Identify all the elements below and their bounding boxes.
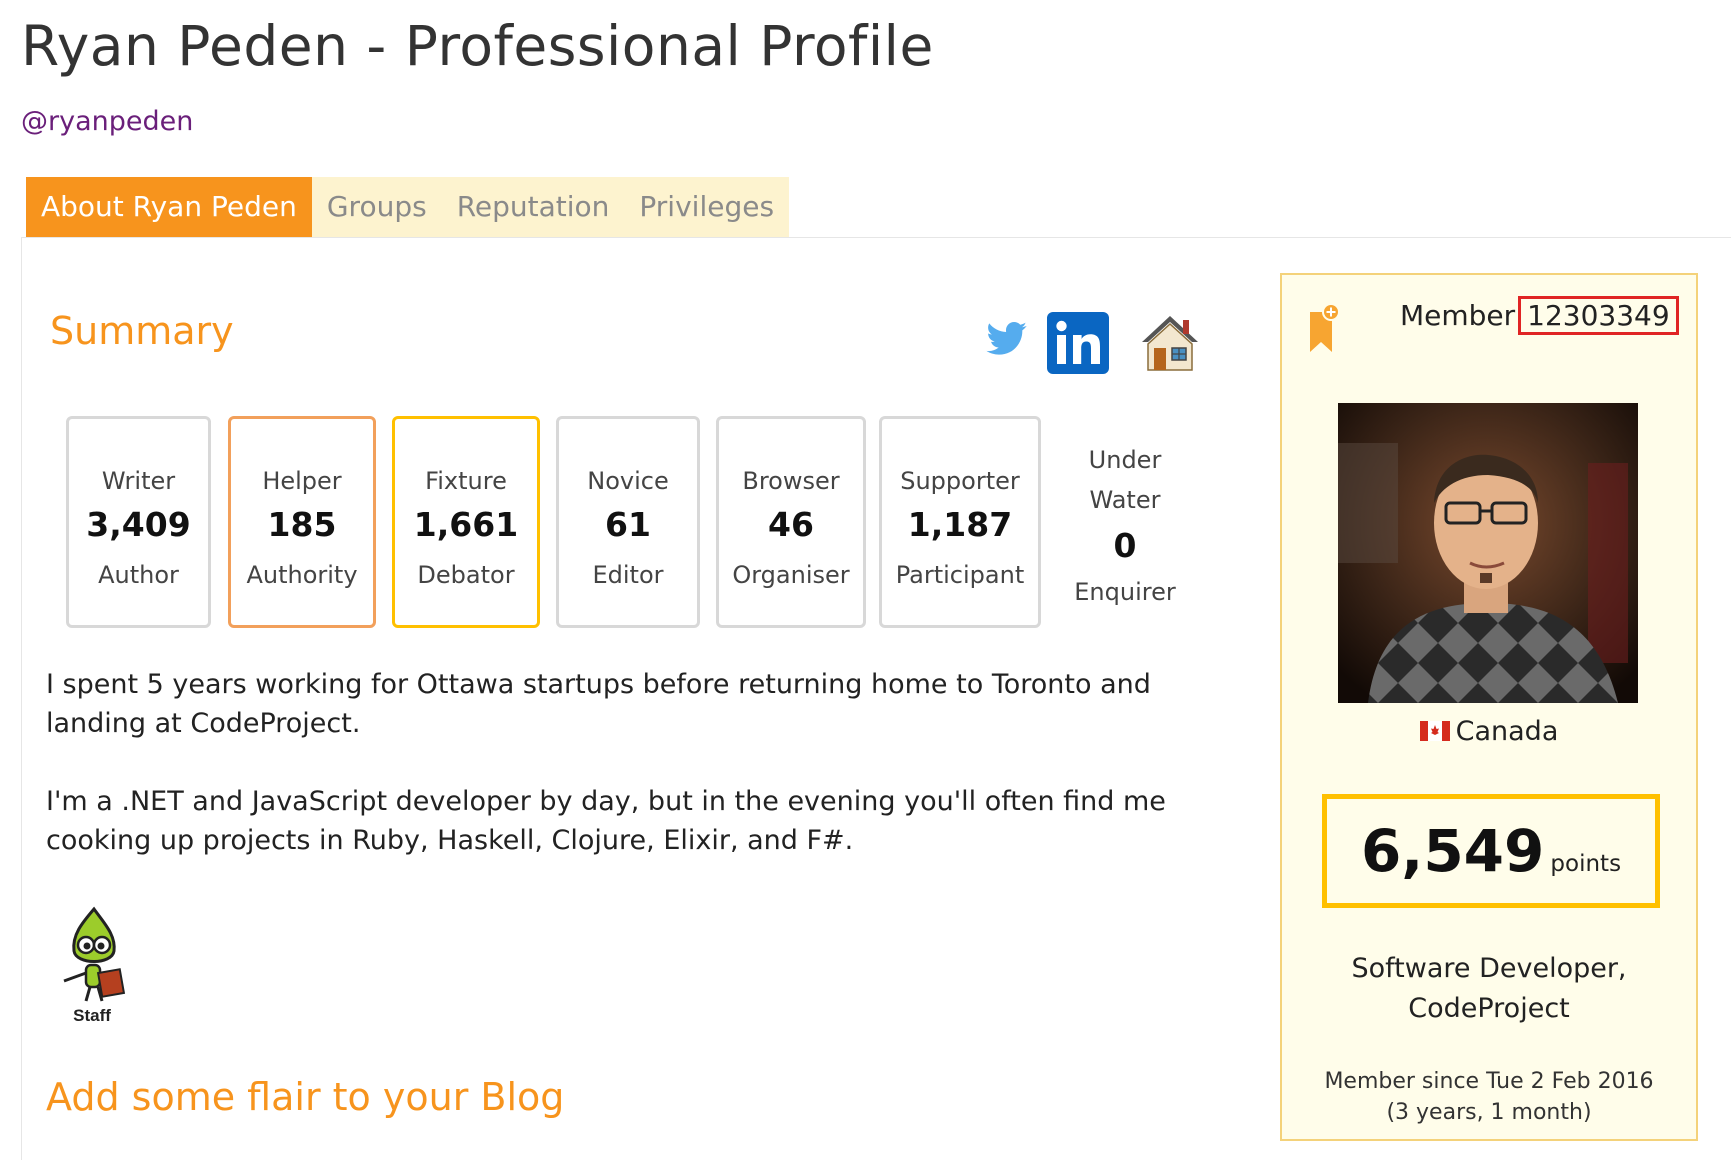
member-since: Member since Tue 2 Feb 2016 (3 years, 1 … [1282, 1066, 1696, 1128]
tab-reputation[interactable]: Reputation [441, 177, 625, 237]
tab-groups[interactable]: Groups [311, 177, 442, 237]
badge-fixture[interactable]: Fixture 1,661 Debator [392, 416, 540, 628]
badge-count: 61 [605, 505, 651, 544]
profile-handle-link[interactable]: @ryanpeden [21, 106, 193, 137]
country-name: Canada [1455, 716, 1559, 747]
badge-count: 1,661 [413, 505, 519, 544]
member-duration: (3 years, 1 month) [1386, 1100, 1592, 1125]
profile-tabs: About Ryan Peden Groups Reputation Privi… [26, 177, 790, 237]
points-value: 6,549 [1360, 817, 1545, 885]
badge-count: 46 [768, 505, 814, 544]
job-company: CodeProject [1408, 993, 1570, 1024]
profile-bio: I spent 5 years working for Ottawa start… [46, 665, 1226, 899]
points-unit: points [1550, 851, 1622, 877]
badge-underwater[interactable]: Under Water 0 Enquirer [1060, 440, 1190, 612]
page-title: Ryan Peden - Professional Profile [21, 14, 934, 78]
avatar [1338, 403, 1638, 703]
flair-heading: Add some flair to your Blog [46, 1075, 565, 1119]
badge-title: Supporter [900, 467, 1020, 495]
badge-novice[interactable]: Novice 61 Editor [556, 416, 700, 628]
bookmark-add-icon[interactable] [1308, 302, 1342, 358]
canada-flag-icon [1419, 717, 1450, 748]
member-sidebar: Member 12303349 Canada 6,549 points Soft… [1280, 273, 1698, 1141]
tab-privileges[interactable]: Privileges [624, 177, 790, 237]
badge-subtitle: Author [98, 561, 179, 589]
linkedin-icon[interactable] [1047, 312, 1109, 378]
badge-helper[interactable]: Helper 185 Authority [228, 416, 376, 628]
badge-count: 3,409 [86, 505, 191, 544]
points-box: 6,549 points [1322, 794, 1660, 908]
member-id: 12303349 [1518, 296, 1679, 335]
badge-title: Browser [742, 467, 840, 495]
badge-count: 0 [1113, 526, 1137, 565]
badge-subtitle: Authority [246, 561, 358, 589]
badge-title: Fixture [425, 467, 507, 495]
badge-title-line1: Under [1088, 446, 1162, 474]
badge-subtitle: Debator [417, 561, 515, 589]
staff-label: Staff [73, 1006, 111, 1025]
twitter-icon[interactable] [986, 322, 1028, 360]
bio-paragraph: I spent 5 years working for Ottawa start… [46, 669, 1151, 739]
member-label: Member [1400, 299, 1516, 332]
badge-title: Novice [587, 467, 669, 495]
badge-title: Writer [101, 467, 176, 495]
member-country: Canada [1282, 716, 1696, 748]
staff-mascot-logo: Staff [52, 905, 132, 1025]
badge-title-line2: Water [1089, 486, 1161, 514]
badge-count: 1,187 [907, 505, 1013, 544]
badge-subtitle: Participant [895, 561, 1025, 589]
home-icon[interactable] [1140, 312, 1200, 378]
bio-paragraph: I'm a .NET and JavaScript developer by d… [46, 786, 1166, 856]
badge-count: 185 [267, 505, 337, 544]
badge-subtitle: Enquirer [1074, 578, 1176, 606]
badge-subtitle: Editor [592, 561, 664, 589]
tab-about[interactable]: About Ryan Peden [26, 177, 312, 237]
badge-title: Helper [262, 467, 342, 495]
badge-browser[interactable]: Browser 46 Organiser [716, 416, 866, 628]
summary-heading: Summary [50, 309, 234, 353]
member-since-date: Member since Tue 2 Feb 2016 [1324, 1069, 1654, 1094]
badge-subtitle: Organiser [732, 561, 850, 589]
badge-supporter[interactable]: Supporter 1,187 Participant [879, 416, 1041, 628]
member-id-line: Member 12303349 [1400, 296, 1679, 335]
badge-writer[interactable]: Writer 3,409 Author [66, 416, 211, 628]
job-title: Software Developer, CodeProject [1282, 949, 1696, 1029]
job-role: Software Developer, [1351, 953, 1627, 984]
